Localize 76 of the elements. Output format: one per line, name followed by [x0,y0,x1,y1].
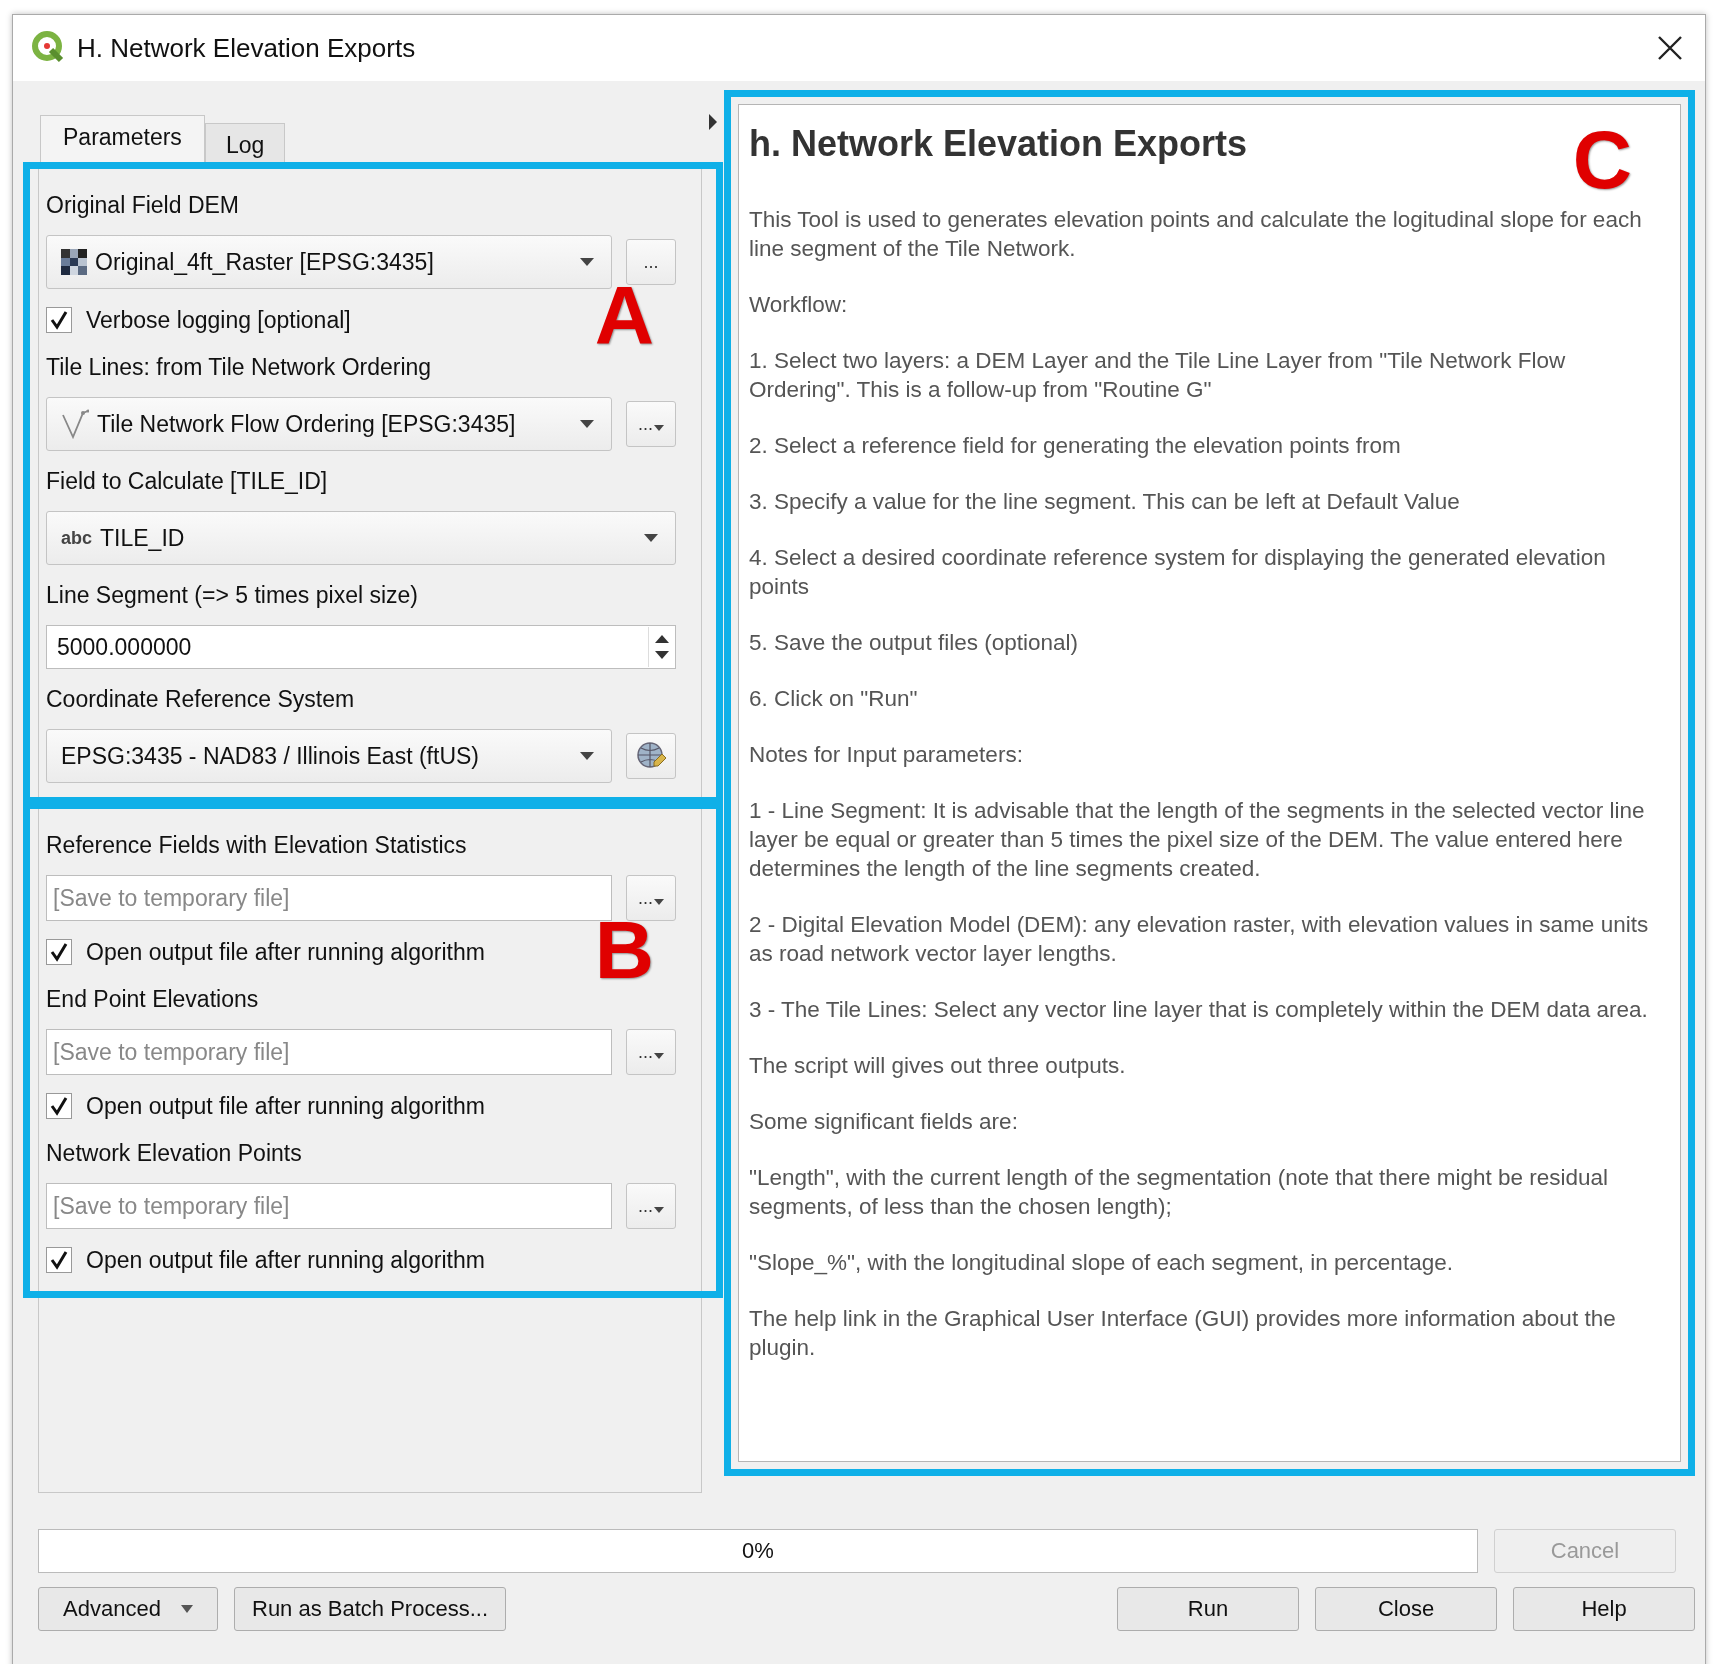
run-button[interactable]: Run [1117,1587,1299,1631]
raster-layer-icon [61,249,87,275]
field-type-label: abc [61,527,93,549]
help-paragraph: 2 - Digital Elevation Model (DEM): any elevation raster, with elevation values in same units as road network vector layer lengths. [749,911,1650,968]
close-icon [1657,35,1683,61]
help-paragraph: 5. Save the output files (optional) [749,629,1079,657]
field-label: Coordinate Reference System [46,685,356,714]
checkbox-label: Open output file after running algorithm [86,1246,485,1274]
file-field[interactable]: [Save to temporary file] [46,1183,612,1229]
help-paragraph: 4. Select a desired coordinate reference system for displaying the generated elevation points [749,544,1607,601]
help-paragraph: 2. Select a reference field for generating the elevation points from [749,432,1402,460]
browse-button[interactable]: ... [626,401,676,447]
field-label: Tile Lines: from Tile Network Ordering [46,353,433,382]
caret-icon [180,1605,193,1613]
help-button[interactable]: Help [1513,1587,1695,1631]
checkbox[interactable] [46,1093,72,1119]
caret-icon [579,419,595,429]
help-paragraph: 6. Click on "Run" [749,685,919,713]
help-paragraph: This Tool is used to generates elevation points and calculate the logitudinal slope for each line segment of the Tile Network. [749,206,1643,263]
progress-text: 0% [742,1538,774,1564]
caret-icon [654,1053,664,1059]
browse-button[interactable]: ... [626,239,676,285]
help-paragraph: "Slope_%", with the longitudinal slope of each segment, in percentage. [749,1249,1454,1277]
caret-icon [654,425,664,431]
tab[interactable]: Log [204,123,286,163]
layer-dropdown[interactable]: Original_4ft_Raster [EPSG:3435] [46,235,612,289]
help-paragraph: 3 - The Tile Lines: Select any vector line layer that is completely within the DEM data area. [749,996,1649,1024]
help-title: h. Network Elevation Exports [749,123,1248,165]
help-paragraph: The help link in the Graphical User Interface (GUI) provides more information about the plugin. [749,1305,1617,1362]
checkbox-label: Open output file after running algorithm [86,1092,485,1120]
close-button[interactable]: Close [1315,1587,1497,1631]
help-paragraph: Notes for Input parameters: [749,741,1024,769]
field-dropdown[interactable]: abc TILE_ID [46,511,676,565]
check-icon [49,310,69,330]
file-field[interactable]: [Save to temporary file] [46,1029,612,1075]
help-paragraph: 1. Select two layers: a DEM Layer and the Tile Line Layer from "Tile Network Flow Ordering". This is a follow-up from "Routine G" [749,347,1567,404]
check-icon [49,1096,69,1116]
check-icon [49,1250,69,1270]
field-label: Line Segment (=> 5 times pixel size) [46,581,419,610]
field-label: Field to Calculate [TILE_ID] [46,467,329,496]
caret-icon [654,1207,664,1213]
caret-icon [643,533,659,543]
field-label: Reference Fields with Elevation Statistics [46,831,468,860]
file-field[interactable]: [Save to temporary file] [46,875,612,921]
field-label: Network Elevation Points [46,1139,303,1168]
field-label: Original Field DEM [46,191,240,220]
caret-icon [579,257,595,267]
number-field[interactable]: 5000.000000 [46,625,676,669]
advanced-button[interactable]: Advanced [38,1587,218,1631]
browse-button[interactable]: ... [626,1029,676,1075]
layer-dropdown[interactable]: Tile Network Flow Ordering [EPSG:3435] [46,397,612,451]
help-paragraph: 1 - Line Segment: It is advisable that the length of the segments in the selected vector line layer be equal or greater than 5 times the pixel size of the DEM. The value entered here determines the length of the line segments created. [749,797,1646,883]
annotation-letter: C [1572,119,1632,201]
help-paragraph: "Length", with the current length of the segmentation (note that there might be residual segments, of less than the chosen length); [749,1164,1609,1221]
tab[interactable]: Parameters [40,115,205,163]
collapse-arrow-icon [708,113,718,131]
browse-button[interactable]: ... [626,875,676,921]
help-paragraph: The script will gives out three outputs. [749,1052,1127,1080]
browse-button[interactable]: ... [626,1183,676,1229]
help-paragraph: Some significant fields are: [749,1108,1019,1136]
check-icon [49,942,69,962]
checkbox[interactable] [46,307,72,333]
batch-button[interactable]: Run as Batch Process... [234,1587,506,1631]
crs-dropdown[interactable]: EPSG:3435 - NAD83 / Illinois East (ftUS) [46,729,612,783]
window-title: H. Network Elevation Exports [77,32,416,64]
field-label: End Point Elevations [46,985,260,1014]
help-paragraph: 3. Specify a value for the line segment. This can be left at Default Value [749,488,1461,516]
help-paragraph: Workflow: [749,291,849,319]
caret-icon [579,751,595,761]
checkbox[interactable] [46,939,72,965]
checkbox-label: Verbose logging [optional] [86,306,351,334]
crs-select-button[interactable] [626,733,676,779]
line-layer-icon [61,409,89,439]
caret-icon [654,899,664,905]
checkbox-label: Open output file after running algorithm [86,938,485,966]
checkbox[interactable] [46,1247,72,1273]
